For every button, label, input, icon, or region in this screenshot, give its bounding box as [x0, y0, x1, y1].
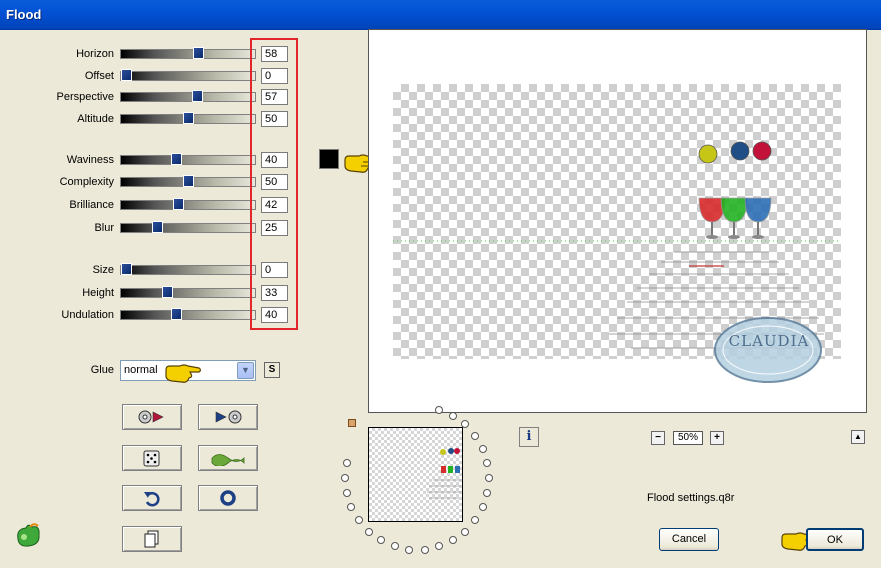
copy-button[interactable] [122, 526, 182, 552]
undo-button[interactable] [122, 485, 182, 511]
param-label: Waviness [66, 154, 114, 166]
navigator-dot [364, 527, 373, 536]
navigator-thumbnail[interactable] [368, 427, 463, 522]
navigator-dot [471, 516, 480, 525]
param-label: Complexity [59, 176, 114, 188]
navigator-handle[interactable] [348, 419, 356, 427]
param-slider[interactable] [120, 286, 256, 298]
value-highlight-box [250, 38, 298, 330]
navigator-dot [483, 488, 492, 497]
glue-label: Glue [90, 364, 114, 376]
zoom-in-button[interactable]: + [710, 431, 724, 445]
param-label: Offset [84, 70, 114, 82]
ring-icon [220, 490, 236, 506]
watermark-text: CLAUDIA [728, 332, 810, 350]
play-to-disc-icon [215, 410, 242, 424]
param-label: Horizon [76, 48, 114, 60]
navigator-dot [478, 503, 487, 512]
window-title: Flood [6, 7, 42, 22]
wave-icon [211, 454, 245, 466]
param-slider[interactable] [120, 69, 256, 81]
preview-image [393, 141, 841, 383]
navigator-dot [478, 444, 487, 453]
reset-button[interactable] [198, 485, 258, 511]
param-label: Size [92, 264, 114, 276]
glue-selected-value: normal [124, 364, 158, 376]
preview-canvas[interactable]: CLAUDIA [368, 29, 867, 413]
wave-preset-button[interactable] [198, 445, 258, 471]
navigator-dot [485, 474, 493, 482]
param-slider[interactable] [120, 198, 256, 210]
thumbnail-image [427, 448, 461, 499]
dice-icon [143, 450, 160, 467]
param-slider[interactable] [120, 263, 256, 275]
navigator-dot [435, 405, 444, 414]
glue-s-button[interactable]: S [264, 362, 280, 378]
navigator-dot [483, 459, 492, 468]
pointing-hand-icon [165, 364, 202, 383]
random-button[interactable] [122, 445, 182, 471]
param-slider[interactable] [120, 90, 256, 102]
app-logo-icon [17, 523, 40, 547]
param-label: Altitude [77, 113, 114, 125]
param-slider[interactable] [120, 308, 256, 320]
zoom-out-button[interactable]: − [651, 431, 665, 445]
param-label: Blur [94, 222, 114, 234]
title-bar: Flood [0, 0, 881, 30]
navigator-dot [461, 420, 470, 429]
param-label: Height [82, 287, 114, 299]
param-slider[interactable] [120, 175, 256, 187]
navigator-dot [449, 411, 457, 420]
copy-page-icon [144, 530, 159, 548]
collapse-up-button[interactable]: ▲ [851, 430, 865, 444]
navigator-dot [377, 536, 385, 545]
navigator-dot [341, 474, 349, 482]
save-preset-button[interactable] [198, 404, 258, 430]
disc-to-play-icon [138, 410, 164, 424]
param-slider[interactable] [120, 221, 256, 233]
param-slider[interactable] [120, 112, 256, 124]
color-swatch[interactable] [319, 149, 339, 169]
param-slider[interactable] [120, 47, 256, 59]
load-preset-button[interactable] [122, 404, 182, 430]
cancel-button[interactable]: Cancel [659, 528, 719, 551]
navigator-dot [435, 542, 444, 551]
navigator-dot [471, 431, 480, 440]
navigator-dot [347, 503, 356, 512]
navigator-dot [420, 545, 429, 554]
param-slider[interactable] [120, 153, 256, 165]
navigator-dot [390, 542, 399, 551]
navigator-dot [354, 516, 363, 525]
ok-button[interactable]: OK [806, 528, 864, 551]
navigator-dot [461, 527, 470, 536]
navigator-dot [342, 488, 351, 497]
chevron-down-icon[interactable]: ▼ [237, 362, 254, 379]
settings-filename: Flood settings.q8r [647, 492, 735, 504]
navigator-dot [449, 536, 457, 545]
param-label: Undulation [61, 309, 114, 321]
navigator-dot [405, 545, 414, 554]
info-button[interactable]: i [519, 427, 539, 447]
undo-icon [144, 491, 160, 507]
zoom-level: 50% [673, 431, 703, 445]
param-label: Perspective [56, 91, 114, 103]
param-label: Brilliance [69, 199, 114, 211]
navigator-dot [342, 459, 351, 468]
